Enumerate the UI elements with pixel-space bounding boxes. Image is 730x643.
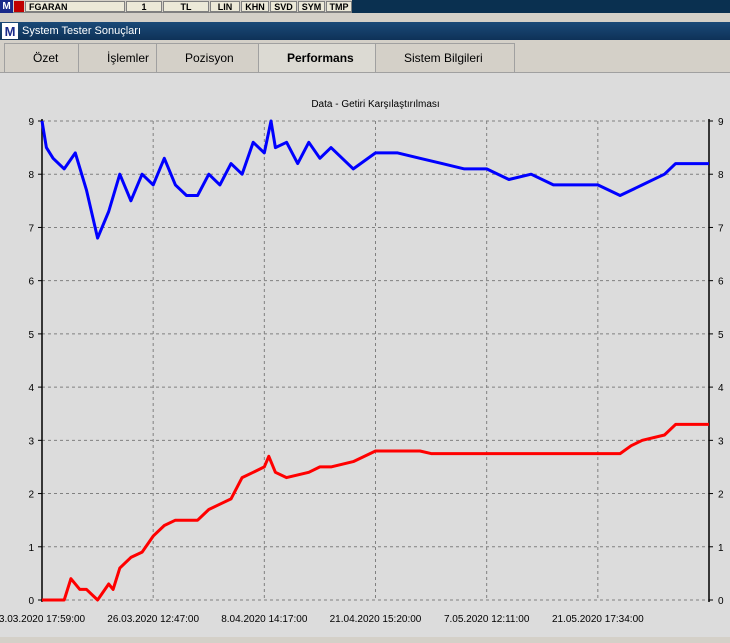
tmp-button[interactable]: TMP [326,1,352,12]
x-tick-label: 7.05.2020 12:11:00 [444,614,530,625]
flag-icon [14,1,24,12]
symbol-field[interactable]: FGARAN [25,1,125,12]
y-tick-label-left: 3 [28,436,34,447]
y-tick-label-right: 5 [718,330,724,341]
tab-performans[interactable]: Performans [258,43,388,72]
y-tick-label-right: 9 [718,117,724,128]
tab-bar: Özet İşlemler Pozisyon Performans Sistem… [0,40,730,72]
x-tick-label: 26.03.2020 12:47:00 [107,614,199,625]
y-tick-label-right: 3 [718,436,724,447]
currency-field[interactable]: TL [163,1,209,12]
y-tick-label-left: 0 [28,596,34,607]
app-logo-icon: M [0,0,13,13]
quantity-field[interactable]: 1 [126,1,162,12]
window-title: System Tester Sonuçları [22,25,142,37]
khn-button[interactable]: KHN [241,1,269,12]
tab-pozisyon[interactable]: Pozisyon [156,43,260,72]
y-tick-label-left: 5 [28,330,34,341]
y-tick-label-left: 8 [28,170,34,181]
window-titlebar: M System Tester Sonuçları [0,22,730,40]
y-tick-label-left: 6 [28,277,34,288]
y-tick-label-right: 8 [718,170,724,181]
x-tick-label: 21.04.2020 15:20:00 [330,614,422,625]
top-toolbar: M FGARAN 1 TL LIN KHN SVD SYM TMP [0,0,730,13]
y-tick-label-right: 2 [718,490,724,501]
y-tick-label-left: 2 [28,490,34,501]
svd-button[interactable]: SVD [270,1,297,12]
tab-label: Performans [287,51,354,65]
y-tick-label-right: 6 [718,277,724,288]
y-tick-label-right: 1 [718,543,724,554]
x-tick-label: 21.05.2020 17:34:00 [552,614,644,625]
y-tick-label-left: 9 [28,117,34,128]
y-tick-label-right: 0 [718,596,724,607]
x-tick-label: 3.03.2020 17:59:00 [0,614,86,625]
performance-panel: Data - Getiri Karşılaştırılması 0 0 1 1 2 2 3 3 4… [0,72,730,637]
y-tick-label-left: 7 [28,223,34,234]
toolbar-spacer [352,0,730,13]
y-tick-label-right: 7 [718,223,724,234]
window-logo-icon: M [2,23,18,39]
y-tick-label-left: 4 [28,383,34,394]
y-tick-label-right: 4 [718,383,724,394]
tab-label: Pozisyon [185,51,234,65]
tab-sistem-bilgileri[interactable]: Sistem Bilgileri [375,43,515,72]
x-tick-label: 8.04.2020 14:17:00 [221,614,308,625]
lin-button[interactable]: LIN [210,1,240,12]
tab-label: Sistem Bilgileri [404,51,483,65]
performance-chart: Data - Getiri Karşılaştırılması 0 0 1 1 2 2 3 3 4… [0,99,724,625]
tab-label: İşlemler [107,51,150,65]
series-line-0 [40,119,709,240]
y-tick-label-left: 1 [28,543,34,554]
chart-title: Data - Getiri Karşılaştırılması [311,99,439,110]
tab-label: Özet [33,51,59,65]
sym-button[interactable]: SYM [298,1,325,12]
